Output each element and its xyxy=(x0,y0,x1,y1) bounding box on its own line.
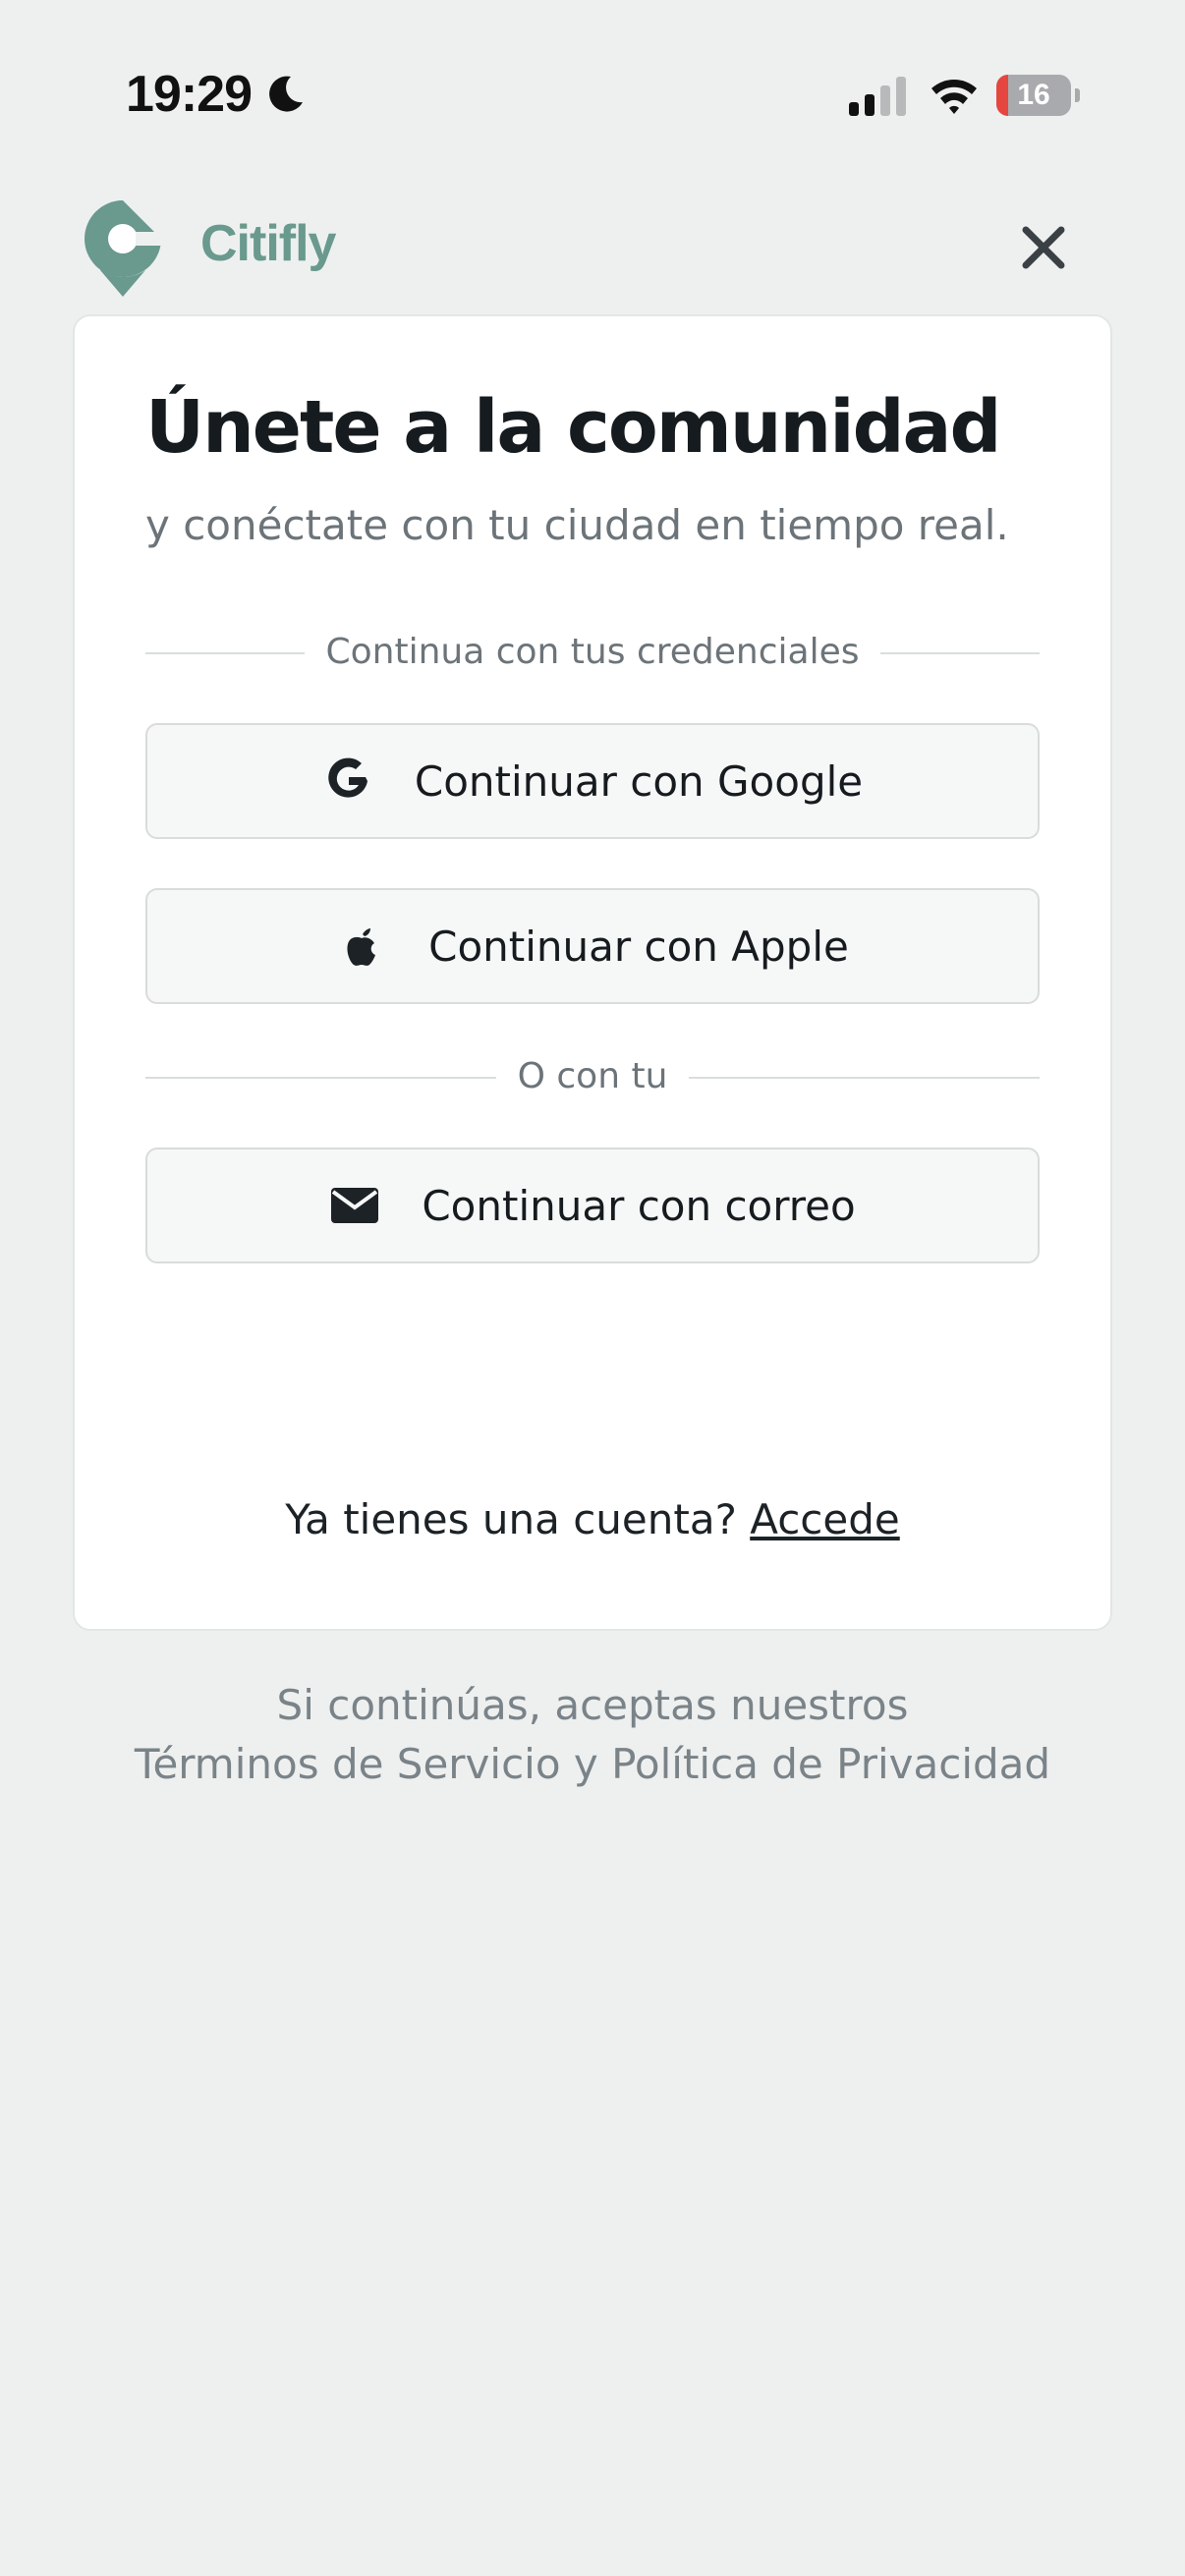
google-button-label: Continuar con Google xyxy=(414,756,864,806)
or-divider-label: O con tu xyxy=(495,1056,690,1096)
apple-icon xyxy=(347,928,376,966)
wifi-icon xyxy=(931,80,977,114)
page-title: Únete a la comunidad xyxy=(145,385,1001,470)
apple-button-label: Continuar con Apple xyxy=(428,922,849,971)
app-header: Citifly xyxy=(0,187,1185,305)
moon-icon xyxy=(269,76,303,112)
status-bar: 19:29 16 xyxy=(0,0,1185,147)
cellular-signal-icon xyxy=(849,77,906,116)
google-icon xyxy=(328,757,367,798)
account-question: Ya tienes una cuenta? xyxy=(285,1495,737,1543)
terms-line-2[interactable]: Términos de Servicio y Política de Priva… xyxy=(0,1735,1185,1794)
email-button-label: Continuar con correo xyxy=(422,1181,856,1230)
mail-icon xyxy=(331,1188,379,1223)
battery-indicator: 16 xyxy=(996,75,1080,118)
terms-notice: Si continúas, aceptas nuestros Términos … xyxy=(0,1676,1185,1794)
apple-button[interactable]: Continuar con Apple xyxy=(145,888,1040,1004)
email-button[interactable]: Continuar con correo xyxy=(145,1148,1040,1263)
brand-name: Citifly xyxy=(200,215,336,272)
login-link[interactable]: Accede xyxy=(750,1495,900,1543)
status-time: 19:29 xyxy=(126,66,253,123)
credentials-divider: Continua con tus credenciales xyxy=(145,632,1040,672)
credentials-divider-label: Continua con tus credenciales xyxy=(304,632,881,672)
page-subtitle: y conéctate con tu ciudad en tiempo real… xyxy=(145,501,1009,549)
citifly-logo-icon xyxy=(85,200,165,297)
or-divider: O con tu xyxy=(145,1056,1040,1096)
signup-card: Únete a la comunidad y conéctate con tu … xyxy=(73,314,1112,1631)
google-button[interactable]: Continuar con Google xyxy=(145,723,1040,839)
terms-line-1: Si continúas, aceptas nuestros xyxy=(276,1681,909,1729)
existing-account-prompt: Ya tienes una cuenta? Accede xyxy=(75,1495,1110,1543)
battery-level: 16 xyxy=(1017,79,1050,111)
close-icon[interactable] xyxy=(1012,216,1075,279)
